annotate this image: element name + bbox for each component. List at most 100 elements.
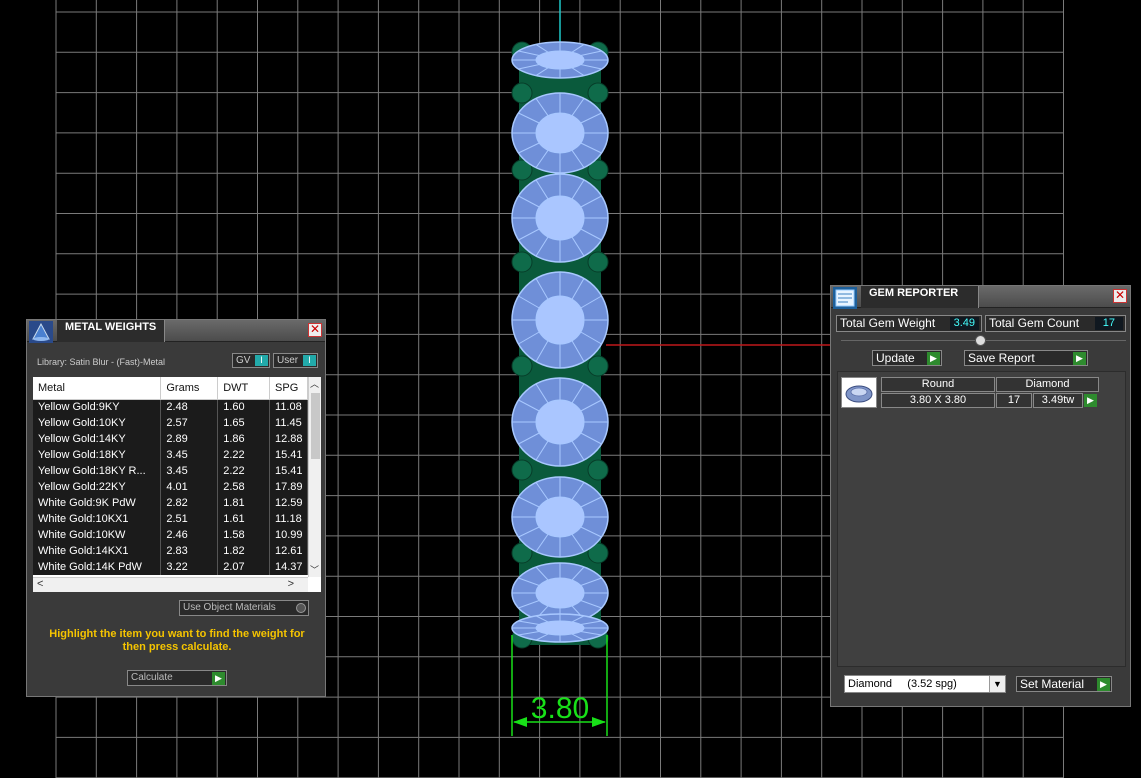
table-cell: 10.99 [269, 527, 308, 543]
table-cell: 2.89 [160, 431, 219, 447]
gem-list[interactable]: Round Diamond 3.80 X 3.80 17 3.49tw ▶ [837, 371, 1126, 667]
table-cell: 2.51 [160, 511, 219, 527]
prong [511, 251, 533, 273]
chevron-down-icon[interactable]: ▼ [989, 676, 1005, 692]
table-row[interactable]: White Gold:14K PdW 3.22 2.07 14.37 [33, 559, 308, 575]
table-cell: 1.65 [217, 415, 271, 431]
table-row[interactable]: White Gold:10KX1 2.51 1.61 11.18 [33, 511, 308, 527]
horizontal-scrollbar[interactable]: < > [33, 577, 308, 592]
table-cell: 17.89 [269, 479, 308, 495]
table-cell: 1.60 [217, 399, 271, 415]
play-icon: ▶ [1073, 352, 1086, 365]
scroll-up-icon[interactable]: ︿ [310, 377, 319, 390]
scroll-right-icon[interactable]: > [288, 578, 294, 590]
ring-model [511, 41, 609, 649]
total-gem-count-value: 17 [1094, 317, 1123, 330]
table-cell: Yellow Gold:22KY [33, 479, 162, 495]
round-gem [511, 92, 609, 174]
toggle-icon: I [303, 355, 316, 366]
metal-table[interactable]: Metal Grams DWT SPG Yellow Gold:9KY 2.48 1… [33, 377, 321, 592]
gem-reporter-icon [833, 287, 857, 309]
gem-reporter-title: GEM REPORTER [861, 286, 979, 308]
table-row[interactable]: Yellow Gold:9KY 2.48 1.60 11.08 [33, 399, 308, 415]
use-object-materials-toggle[interactable]: Use Object Materials [179, 600, 309, 616]
table-row[interactable]: White Gold:14KX1 2.83 1.82 12.61 [33, 543, 308, 559]
table-cell: 4.01 [160, 479, 219, 495]
material-select-value: Diamond (3.52 spg) [848, 678, 957, 690]
table-cell: 3.22 [160, 559, 219, 575]
table-row[interactable]: Yellow Gold:14KY 2.89 1.86 12.88 [33, 431, 308, 447]
table-cell: 2.58 [217, 479, 271, 495]
user-toggle[interactable]: User I [273, 353, 318, 368]
metal-weights-icon [29, 321, 53, 343]
round-gem [511, 41, 609, 79]
table-cell: White Gold:14K PdW [33, 559, 162, 575]
table-cell: 1.81 [217, 495, 271, 511]
set-material-button[interactable]: Set Material ▶ [1016, 676, 1112, 692]
prong [511, 459, 533, 481]
round-gem-icon [845, 385, 873, 403]
toggle-icon: I [255, 355, 268, 366]
library-label: Library: Satin Blur - (Fast)-Metal [37, 357, 166, 367]
table-cell: 2.83 [160, 543, 219, 559]
round-gem [511, 271, 609, 369]
update-button[interactable]: Update ▶ [872, 350, 942, 366]
table-row[interactable]: Yellow Gold:22KY 4.01 2.58 17.89 [33, 479, 308, 495]
use-object-materials-label: Use Object Materials [183, 602, 276, 613]
update-label: Update [876, 351, 915, 365]
calculate-button[interactable]: Calculate ▶ [127, 670, 227, 686]
gem-row[interactable]: Round Diamond 3.80 X 3.80 17 3.49tw ▶ [841, 377, 1099, 408]
set-material-label: Set Material [1020, 677, 1085, 691]
metal-weights-titlebar[interactable]: METAL WEIGHTS ✕ [27, 320, 325, 343]
table-cell: White Gold:10KW [33, 527, 162, 543]
close-icon[interactable]: ✕ [308, 323, 322, 337]
scroll-down-icon[interactable]: ﹀ [310, 563, 319, 576]
table-row[interactable]: Yellow Gold:10KY 2.57 1.65 11.45 [33, 415, 308, 431]
round-gem [511, 377, 609, 467]
table-cell: 3.45 [160, 463, 219, 479]
scroll-thumb[interactable] [311, 393, 320, 459]
play-icon: ▶ [927, 352, 940, 365]
table-cell: Yellow Gold:14KY [33, 431, 162, 447]
column-header[interactable]: SPG [269, 377, 308, 400]
column-header[interactable]: Metal [33, 377, 162, 400]
table-cell: Yellow Gold:10KY [33, 415, 162, 431]
close-icon[interactable]: ✕ [1113, 289, 1127, 303]
round-gem [511, 173, 609, 263]
table-cell: 11.08 [269, 399, 308, 415]
table-cell: 3.45 [160, 447, 219, 463]
column-header[interactable]: Grams [160, 377, 219, 400]
total-gem-count-label: Total Gem Count [989, 316, 1080, 330]
table-cell: 1.61 [217, 511, 271, 527]
table-cell: 2.57 [160, 415, 219, 431]
radio-icon [296, 603, 306, 613]
total-gem-weight-value: 3.49 [949, 317, 979, 330]
material-select[interactable]: Diamond (3.52 spg) ▼ [844, 675, 1006, 693]
table-cell: White Gold:9K PdW [33, 495, 162, 511]
gem-size: 3.80 X 3.80 [881, 393, 995, 408]
table-row[interactable]: Yellow Gold:18KY R... 3.45 2.22 15.41 [33, 463, 308, 479]
metal-weights-panel: METAL WEIGHTS ✕ Library: Satin Blur - (F… [26, 319, 326, 697]
table-cell: White Gold:14KX1 [33, 543, 162, 559]
scroll-left-icon[interactable]: < [37, 578, 43, 590]
table-cell: 2.07 [217, 559, 271, 575]
gem-reporter-titlebar[interactable]: GEM REPORTER ✕ [831, 286, 1130, 309]
vertical-scrollbar[interactable]: ︿ ﹀ [308, 377, 321, 577]
table-cell: 2.48 [160, 399, 219, 415]
gem-reporter-panel: GEM REPORTER ✕ Total Gem Weight 3.49 Tota… [830, 285, 1131, 707]
dimension-label: 3.80 [531, 692, 589, 725]
gv-toggle[interactable]: GV I [232, 353, 270, 368]
total-gem-weight-label: Total Gem Weight [840, 316, 936, 330]
column-header[interactable]: DWT [217, 377, 271, 400]
metal-weights-title: METAL WEIGHTS [57, 320, 166, 342]
collapse-knob-icon[interactable] [975, 335, 986, 346]
table-row[interactable]: Yellow Gold:18KY 3.45 2.22 15.41 [33, 447, 308, 463]
table-row[interactable]: White Gold:9K PdW 2.82 1.81 12.59 [33, 495, 308, 511]
table-row[interactable]: White Gold:10KW 2.46 1.58 10.99 [33, 527, 308, 543]
table-header-row: Metal Grams DWT SPG [33, 377, 308, 400]
gv-label: GV [236, 355, 251, 366]
gem-count: 17 [996, 393, 1032, 408]
play-icon[interactable]: ▶ [1084, 394, 1097, 407]
play-icon: ▶ [1097, 678, 1110, 691]
save-report-button[interactable]: Save Report ▶ [964, 350, 1088, 366]
